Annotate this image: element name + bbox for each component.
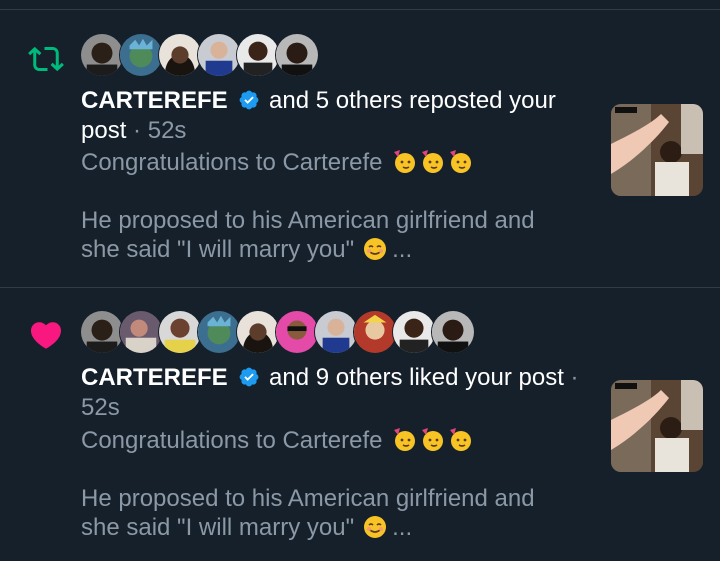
post-thumbnail[interactable] [611,104,703,196]
notification-text: CARTEREFE and 9 others liked your post ·… [81,364,579,421]
avatar[interactable] [236,310,280,354]
avatar[interactable] [197,310,241,354]
notification-text: CARTEREFE and 5 others reposted your pos… [81,87,556,144]
avatar[interactable] [119,310,163,354]
avatar[interactable] [314,310,358,354]
post-preview[interactable]: Congratulations to Carterefe He proposed… [81,426,570,542]
avatar[interactable] [392,310,436,354]
party-face-emoji-icon [450,150,472,173]
actor-name[interactable]: CARTEREFE [81,364,228,391]
post-preview[interactable]: Congratulations to Carterefe He proposed… [81,148,570,264]
avatar[interactable] [353,310,397,354]
avatar[interactable] [431,310,475,354]
party-face-emoji-icon [422,150,444,173]
timestamp: 52s [147,117,187,144]
party-face-emoji-icon [394,150,416,173]
party-face-emoji-icon [450,428,472,451]
repost-icon [28,46,64,72]
smiling-face-emoji-icon [364,238,387,260]
avatar[interactable] [119,33,163,77]
like-notification[interactable]: CARTEREFE and 9 others liked your post ·… [0,288,720,561]
avatar[interactable] [80,310,124,354]
party-face-emoji-icon [394,428,416,451]
party-face-emoji-icon [422,428,444,451]
avatar[interactable] [80,33,124,77]
heart-icon [30,322,62,349]
avatar[interactable] [275,310,319,354]
timestamp: 52s [81,394,120,421]
post-thumbnail[interactable] [611,380,703,472]
avatar[interactable] [197,33,241,77]
avatar[interactable] [158,33,202,77]
verified-badge-icon [239,367,259,387]
avatar[interactable] [158,310,202,354]
avatar-stack [80,310,475,356]
avatar[interactable] [275,33,319,77]
actor-name[interactable]: CARTEREFE [81,87,228,114]
avatar[interactable] [236,33,280,77]
verified-badge-icon [239,90,259,110]
avatar-stack [80,33,319,79]
smiling-face-emoji-icon [364,516,387,538]
repost-notification[interactable]: CARTEREFE and 5 others reposted your pos… [0,10,720,287]
